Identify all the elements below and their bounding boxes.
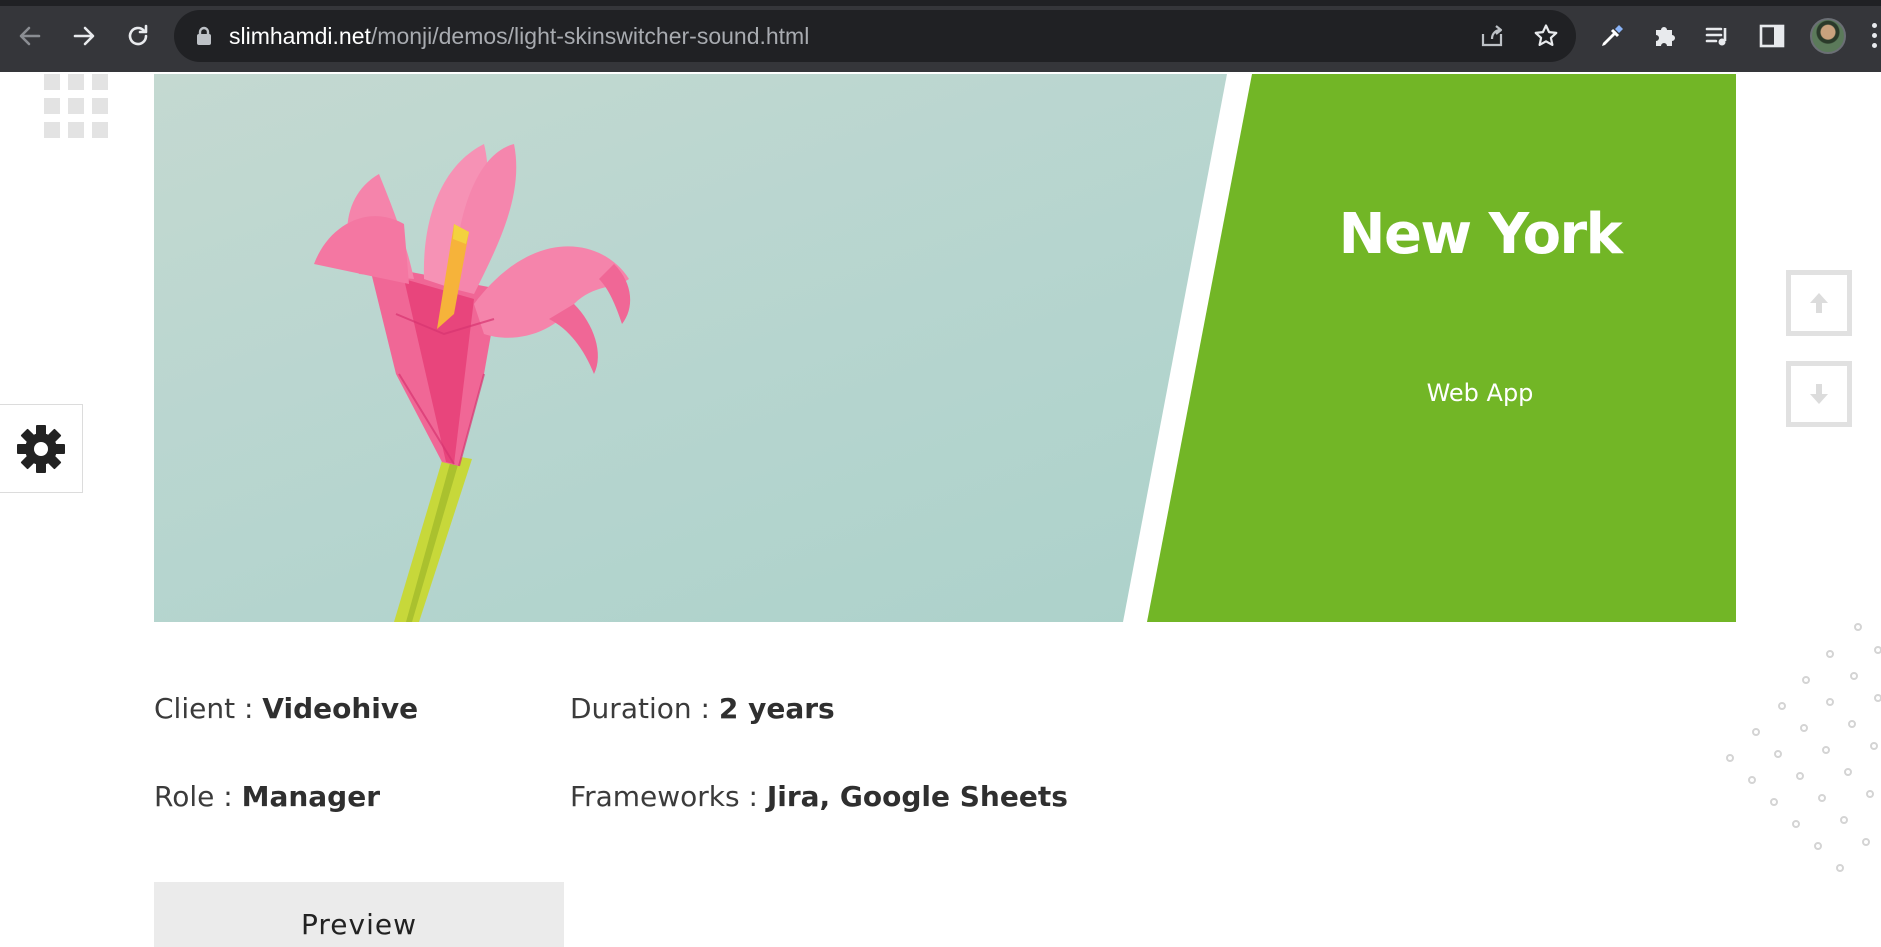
project-hero	[154, 74, 1736, 622]
arrow-down-icon	[1810, 384, 1828, 404]
lock-icon[interactable]	[196, 26, 212, 50]
arrow-up-icon	[1810, 293, 1828, 313]
url-path: /monji/demos/light-skinswitcher-sound.ht…	[370, 23, 810, 49]
frameworks-value: Jira, Google Sheets	[766, 780, 1068, 813]
client-value: Videohive	[262, 692, 419, 725]
duration-detail: Duration : 2 years	[570, 689, 835, 729]
scroll-up-button[interactable]	[1786, 270, 1852, 336]
preview-button[interactable]: Preview	[154, 882, 564, 947]
arrow-left-icon	[19, 26, 41, 46]
role-detail: Role : Manager	[154, 777, 380, 817]
role-value: Manager	[241, 780, 381, 813]
avatar[interactable]	[1810, 18, 1846, 54]
share-icon[interactable]	[1478, 22, 1506, 50]
gear-icon	[17, 424, 65, 473]
puzzle-icon[interactable]	[1648, 20, 1680, 52]
decorative-dots	[1710, 620, 1881, 880]
settings-toggle[interactable]	[0, 404, 83, 493]
playlist-icon[interactable]	[1702, 20, 1734, 52]
duration-label: Duration :	[570, 692, 719, 725]
client-label: Client :	[154, 692, 263, 725]
project-category: Web App	[1426, 379, 1534, 407]
bookmark-star-icon[interactable]	[1532, 22, 1560, 50]
frameworks-label: Frameworks :	[570, 780, 767, 813]
project-title: New York	[1338, 202, 1623, 267]
url-text[interactable]: slimhamdi.net/monji/demos/light-skinswit…	[229, 21, 809, 51]
client-detail: Client : Videohive	[154, 689, 418, 729]
reload-button[interactable]	[124, 16, 152, 56]
back-button[interactable]	[16, 16, 44, 56]
url-host: slimhamdi.net	[229, 23, 371, 49]
arrow-right-icon	[73, 26, 95, 46]
duration-value: 2 years	[718, 692, 835, 725]
frameworks-detail: Frameworks : Jira, Google Sheets	[570, 777, 1068, 817]
address-bar[interactable]: slimhamdi.net/monji/demos/light-skinswit…	[174, 10, 1576, 62]
browser-toolbar: slimhamdi.net/monji/demos/light-skinswit…	[0, 0, 1881, 72]
tab-strip-edge	[0, 0, 1881, 6]
eyedropper-icon[interactable]	[1596, 20, 1628, 52]
scroll-down-button[interactable]	[1786, 361, 1852, 427]
forward-button[interactable]	[70, 16, 98, 56]
reload-icon	[128, 24, 148, 46]
kebab-menu-icon[interactable]	[1868, 22, 1881, 50]
role-label: Role :	[154, 780, 242, 813]
side-panel-icon[interactable]	[1756, 20, 1788, 52]
grid-icon[interactable]	[44, 74, 112, 142]
